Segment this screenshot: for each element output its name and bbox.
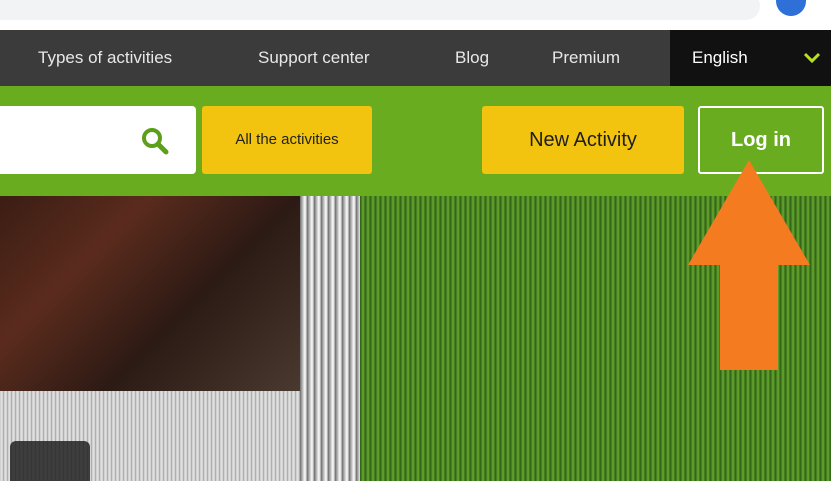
browser-toolbar bbox=[0, 0, 831, 30]
top-navigation: Types of activities Support center Blog … bbox=[0, 30, 831, 86]
search-icon[interactable] bbox=[140, 126, 170, 156]
up-arrow-icon bbox=[688, 160, 810, 370]
profile-avatar[interactable] bbox=[776, 0, 806, 16]
hero-text-fragment bbox=[10, 441, 90, 481]
nav-premium[interactable]: Premium bbox=[552, 30, 620, 86]
search-box bbox=[0, 106, 196, 174]
language-label: English bbox=[692, 48, 748, 67]
hero-divider bbox=[300, 196, 360, 481]
nav-blog[interactable]: Blog bbox=[455, 30, 489, 86]
address-bar[interactable] bbox=[0, 0, 760, 20]
language-selector[interactable]: English bbox=[670, 30, 831, 86]
new-activity-button[interactable]: New Activity bbox=[482, 106, 684, 174]
chevron-down-icon bbox=[803, 52, 821, 64]
hero-photo-left bbox=[0, 196, 300, 396]
nav-support-center[interactable]: Support center bbox=[258, 30, 370, 86]
all-activities-button[interactable]: All the activities bbox=[202, 106, 372, 174]
search-input[interactable] bbox=[0, 106, 130, 174]
nav-types-of-activities[interactable]: Types of activities bbox=[38, 30, 172, 86]
